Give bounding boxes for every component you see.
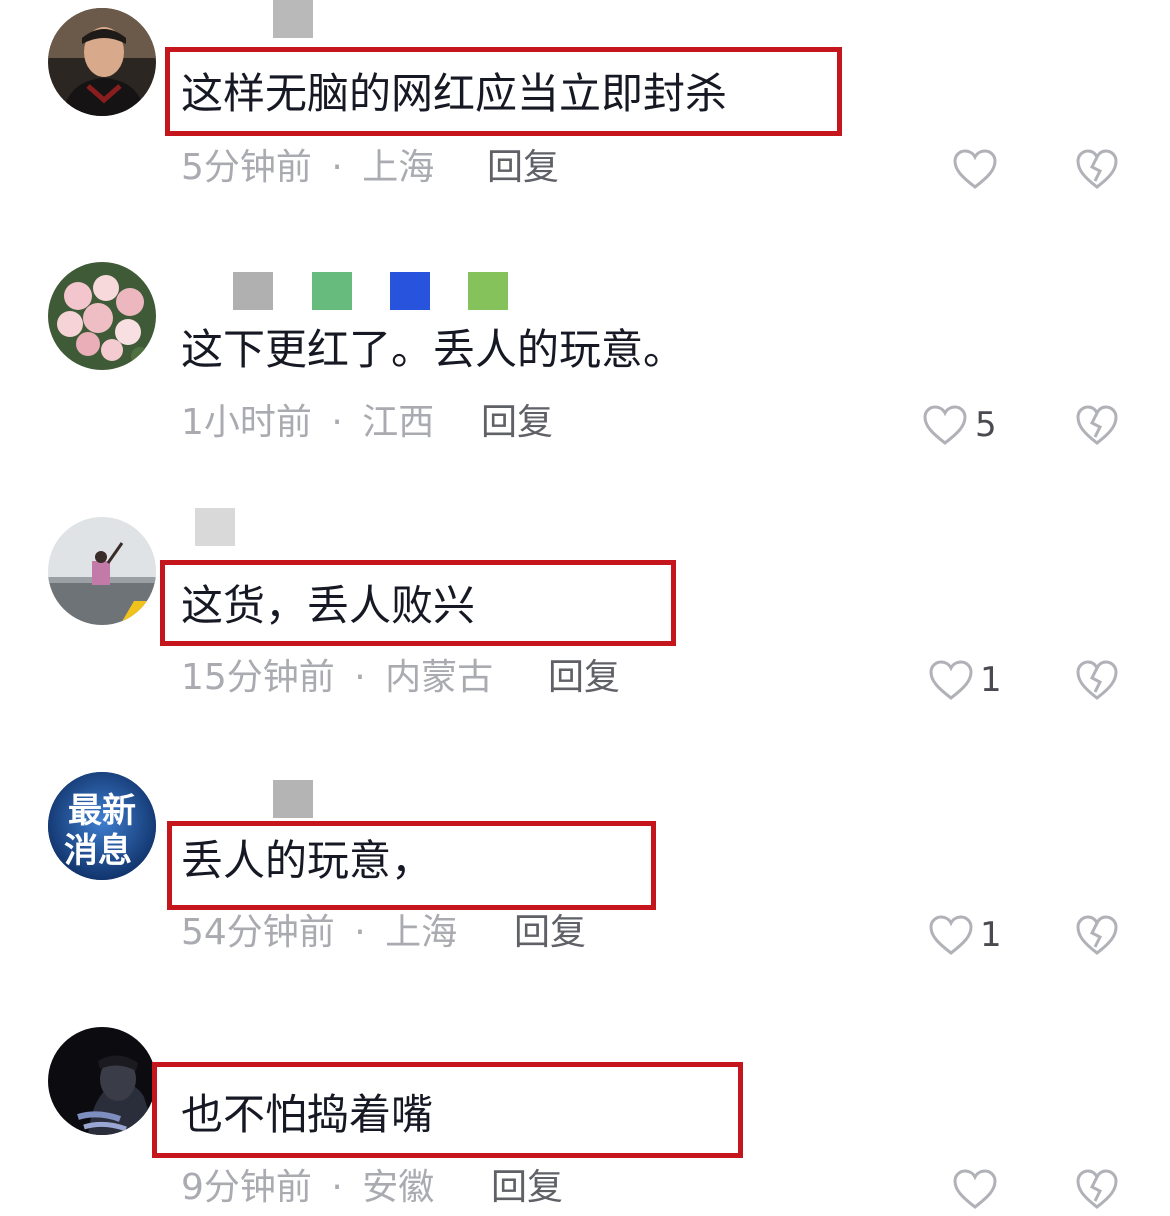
reply-button[interactable]: 回复 — [548, 660, 620, 696]
comment-text: 这样无脑的网红应当立即封杀 — [181, 69, 728, 118]
reply-button[interactable]: 回复 — [487, 150, 559, 186]
broken-heart-icon[interactable] — [1075, 1168, 1119, 1210]
comment-time: 15分钟前 — [181, 657, 335, 698]
like-count: 1 — [980, 660, 1002, 700]
broken-heart-icon[interactable] — [1075, 659, 1119, 701]
comment-time: 5分钟前 — [181, 147, 312, 188]
username-blur — [390, 272, 430, 310]
comment-location: 安徽 — [362, 1167, 435, 1208]
heart-outline-icon[interactable] — [922, 404, 968, 446]
like-count: 1 — [980, 915, 1002, 955]
heart-outline-icon[interactable] — [928, 659, 974, 701]
comment-location: 内蒙古 — [385, 657, 494, 698]
avatar-text: 最新 — [68, 791, 136, 831]
username-blur — [273, 780, 313, 818]
reply-button[interactable]: 回复 — [514, 915, 586, 951]
heart-outline-icon[interactable] — [952, 148, 998, 190]
broken-heart-icon[interactable] — [1075, 404, 1119, 446]
username-blur — [468, 272, 508, 310]
avatar[interactable] — [48, 262, 156, 370]
reply-button[interactable]: 回复 — [491, 1170, 563, 1206]
comment-meta: 54分钟前 · 上海 — [181, 915, 457, 951]
comment-meta: 5分钟前 · 上海 — [181, 150, 434, 186]
comment-meta: 1小时前 · 江西 — [181, 405, 434, 441]
comment-text: 这货，丢人败兴 — [181, 581, 476, 630]
heart-outline-icon[interactable] — [928, 914, 974, 956]
reply-button[interactable]: 回复 — [481, 405, 553, 441]
comment-text: 也不怕捣着嘴 — [181, 1090, 434, 1139]
comment-meta: 15分钟前 · 内蒙古 — [181, 660, 493, 696]
meta-separator: · — [331, 1167, 343, 1208]
meta-separator: · — [331, 402, 343, 443]
avatar[interactable]: 最新 消息 — [48, 772, 156, 880]
comment-location: 上海 — [385, 912, 458, 953]
username-blur — [233, 272, 273, 310]
meta-separator: · — [354, 657, 366, 698]
comment-time: 1小时前 — [181, 402, 312, 443]
comment-meta: 9分钟前 · 安徽 — [181, 1170, 434, 1206]
meta-separator: · — [354, 912, 366, 953]
comment-location: 上海 — [362, 147, 435, 188]
broken-heart-icon[interactable] — [1075, 914, 1119, 956]
heart-outline-icon[interactable] — [952, 1168, 998, 1210]
comment-time: 54分钟前 — [181, 912, 335, 953]
broken-heart-icon[interactable] — [1075, 148, 1119, 190]
avatar-text: 消息 — [64, 831, 132, 871]
username-blur — [312, 272, 352, 310]
avatar[interactable] — [48, 8, 156, 116]
like-count: 5 — [975, 405, 997, 445]
avatar[interactable] — [48, 1027, 156, 1135]
comment-text: 这下更红了。丢人的玩意。 — [181, 325, 686, 374]
username-blur — [273, 0, 313, 38]
comment-text: 丢人的玩意， — [181, 836, 434, 885]
comment-location: 江西 — [362, 402, 435, 443]
avatar[interactable] — [48, 517, 156, 625]
meta-separator: · — [331, 147, 343, 188]
comment-time: 9分钟前 — [181, 1167, 312, 1208]
username-blur — [195, 508, 235, 546]
